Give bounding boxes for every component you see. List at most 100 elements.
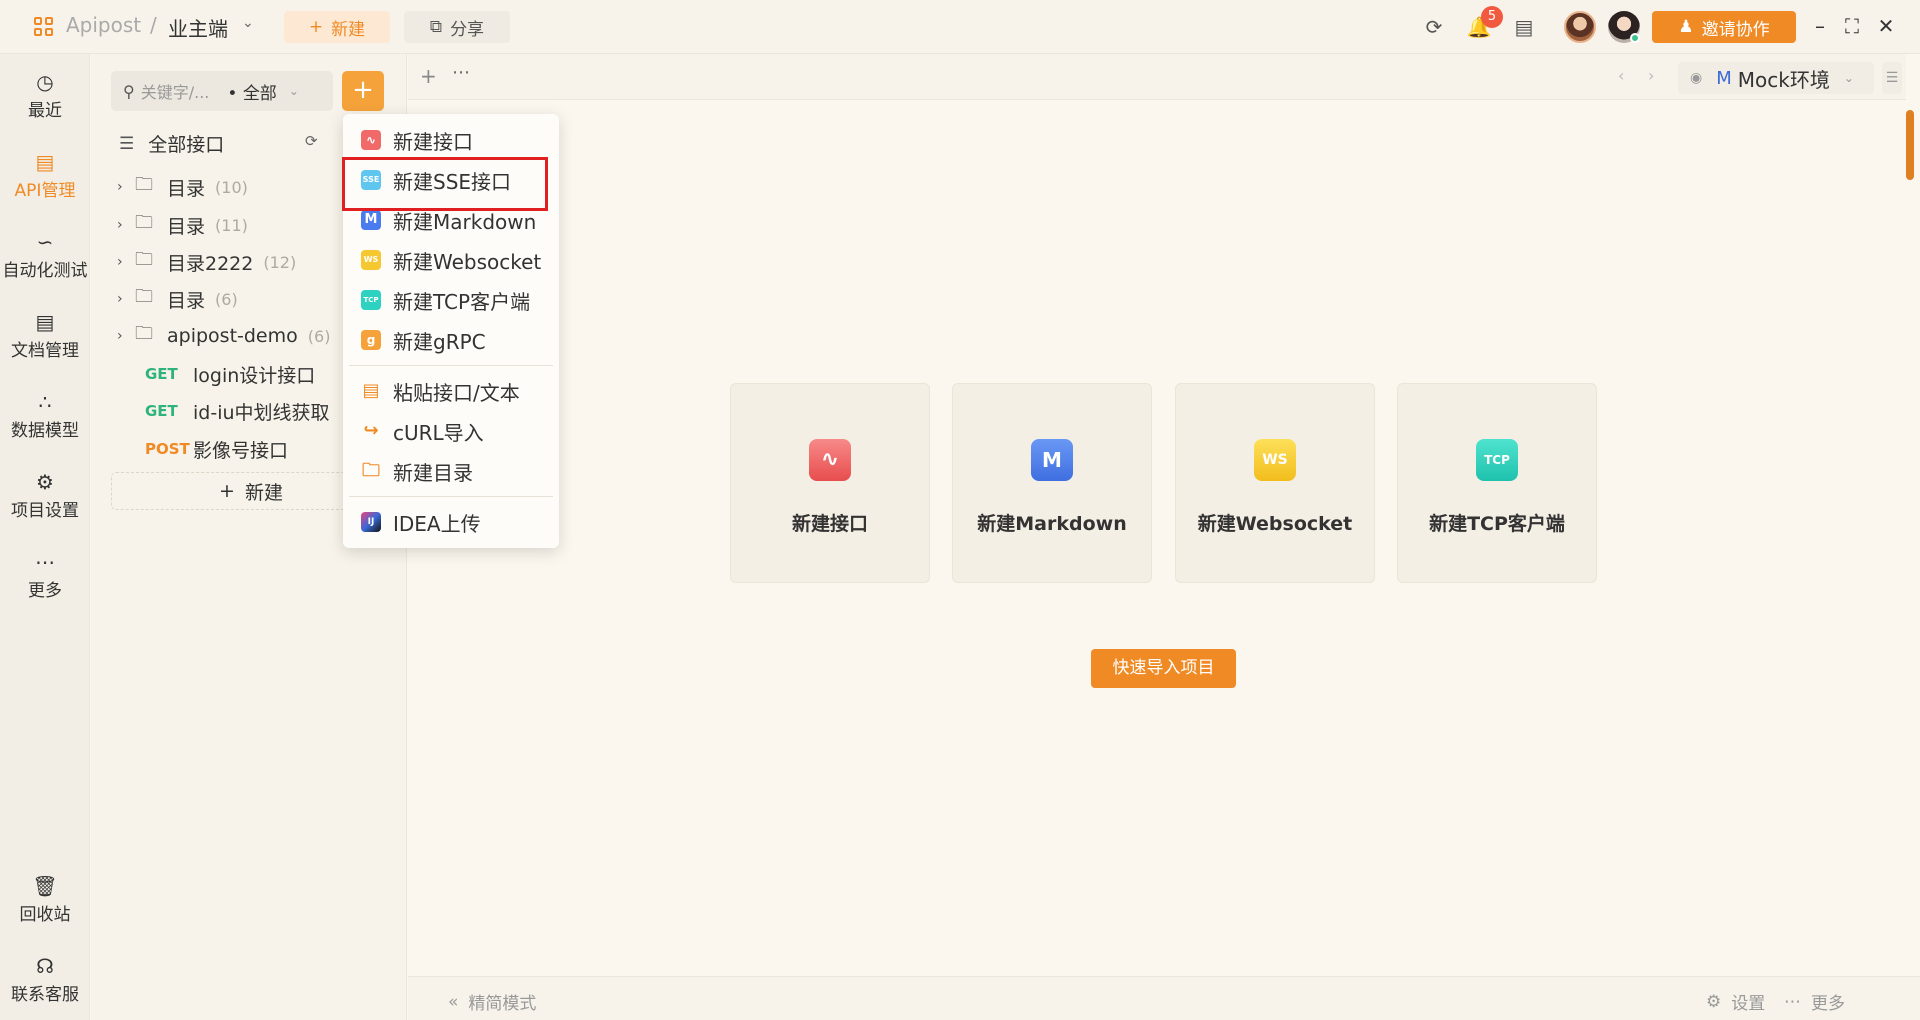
nav-item-support[interactable]: ☊ 联系客服 (0, 954, 90, 1005)
tree-api-item[interactable]: POST 影像号接口 (145, 434, 288, 464)
folder-count: (12) (263, 252, 297, 272)
menu-item-idea-upload[interactable]: IJ IDEA上传 (361, 506, 481, 538)
sync-icon[interactable]: ⟳ (1421, 14, 1447, 40)
folder-name: 目录 (167, 215, 206, 238)
menu-item-new-tcp[interactable]: TCP 新建TCP客户端 (361, 284, 530, 316)
apipost-logo-icon (34, 17, 54, 37)
environment-list-icon[interactable]: ☰ (1882, 62, 1902, 94)
more-icon: ⋯ (35, 550, 55, 574)
tree-header[interactable]: ☰ 全部接口 (119, 130, 224, 157)
simple-mode-toggle[interactable]: « 精简模式 (448, 989, 537, 1015)
environment-select[interactable]: ◉ M Mock环境 ⌄ (1678, 62, 1874, 94)
method-badge: POST (145, 440, 190, 458)
menu-item-new-websocket[interactable]: WS 新建Websocket (361, 244, 541, 276)
more-icon: ⋯ (1784, 991, 1801, 1012)
nav-item-api[interactable]: ▤ API管理 (0, 150, 90, 201)
menu-item-label: 新建接口 (393, 129, 473, 154)
menu-item-new-api[interactable]: ∿ 新建接口 (361, 124, 473, 156)
share-button[interactable]: ⧉ 分享 (404, 11, 510, 43)
search-placeholder: 关键字/... (140, 83, 210, 102)
message-icon[interactable]: ▤ (1511, 14, 1537, 40)
nav-label: 更多 (28, 581, 62, 601)
plus-icon: + (308, 17, 324, 37)
scrollbar[interactable] (1906, 110, 1914, 180)
maximize-icon[interactable]: ⛶ (1838, 12, 1866, 40)
chevron-right-icon[interactable]: › (117, 254, 135, 270)
close-icon[interactable]: ✕ (1872, 12, 1900, 40)
nav-item-automation[interactable]: ∽ 自动化测试 (0, 230, 90, 281)
project-name[interactable]: 业主端 (168, 13, 228, 42)
chevron-left-icon[interactable]: ‹ (1618, 66, 1624, 85)
chevron-right-icon[interactable]: › (117, 217, 135, 233)
card-new-api[interactable]: ∿ 新建接口 (730, 383, 930, 583)
tree-api-item[interactable]: GET login设计接口 (145, 359, 315, 389)
folder-name: 目录 (167, 177, 206, 200)
card-new-websocket[interactable]: WS 新建Websocket (1175, 383, 1375, 583)
add-button[interactable]: + (342, 71, 384, 111)
card-new-tcp[interactable]: TCP 新建TCP客户端 (1397, 383, 1597, 583)
websocket-icon: WS (1254, 439, 1296, 481)
nav-item-more[interactable]: ⋯ 更多 (0, 550, 90, 601)
tree-folder[interactable]: › 🗀 目录 (6) (117, 284, 238, 314)
tree-folder[interactable]: › 🗀 apipost-demo (6) (117, 321, 330, 351)
api-name: login设计接口 (193, 364, 316, 387)
environment-icon: ◉ (1690, 70, 1703, 86)
menu-item-paste[interactable]: ▤ 粘贴接口/文本 (361, 375, 519, 407)
tree-header-label: 全部接口 (148, 134, 225, 156)
http-icon: ∿ (809, 439, 851, 481)
tree-api-item[interactable]: GET id-iu中划线获取 (145, 396, 330, 426)
filter-select[interactable]: • 全部 (227, 79, 276, 104)
api-icon: ▤ (35, 150, 55, 174)
websocket-icon: WS (361, 250, 381, 270)
menu-item-curl-import[interactable]: ↪ cURL导入 (361, 415, 484, 447)
menu-item-label: cURL导入 (393, 420, 484, 445)
card-label: 新建TCP客户端 (1429, 513, 1565, 535)
mock-env-icon: M (1716, 67, 1732, 89)
more-button[interactable]: ⋯ 更多 (1784, 989, 1845, 1015)
refresh-icon[interactable]: ⟳ (305, 132, 318, 150)
chevron-right-icon[interactable]: › (117, 179, 135, 195)
nav-label: 数据模型 (11, 421, 79, 441)
method-badge: GET (145, 365, 178, 383)
menu-item-new-grpc[interactable]: g 新建gRPC (361, 324, 486, 356)
search-input[interactable]: ⚲ 关键字/... • 全部 ⌄ (111, 71, 333, 111)
nav-item-models[interactable]: ∴ 数据模型 (0, 390, 90, 441)
settings-button[interactable]: ⚙ 设置 (1706, 989, 1766, 1015)
settings-label: 设置 (1731, 994, 1766, 1014)
nav-item-recent[interactable]: ◷ 最近 (0, 70, 90, 121)
more-tabs-icon[interactable]: ⋯ (452, 62, 470, 83)
http-icon: ∿ (361, 130, 381, 150)
tree-folder[interactable]: › 🗀 目录 (10) (117, 172, 248, 202)
idea-icon: IJ (361, 512, 381, 532)
chevron-down-icon[interactable]: ⌄ (242, 15, 254, 31)
tree-folder[interactable]: › 🗀 目录2222 (12) (117, 247, 296, 277)
add-tab-icon[interactable]: + (420, 64, 437, 88)
top-bar: Apipost / 业主端 ⌄ + 新建 ⧉ 分享 ⟳ 🔔 5 ▤ ♟ 邀请协作… (0, 0, 1920, 54)
folder-count: (6) (307, 326, 331, 346)
quick-import-button[interactable]: 快速导入项目 (1091, 649, 1236, 688)
folder-count: (6) (215, 289, 238, 309)
markdown-icon: M (1031, 439, 1073, 481)
chevron-down-icon[interactable]: ⌄ (289, 84, 299, 98)
menu-item-new-folder[interactable]: 🗀 新建目录 (361, 455, 473, 487)
new-button[interactable]: + 新建 (284, 11, 390, 43)
card-label: 新建接口 (791, 513, 868, 535)
card-new-markdown[interactable]: M 新建Markdown (952, 383, 1152, 583)
invite-button[interactable]: ♟ 邀请协作 (1652, 11, 1796, 43)
simple-mode-label: 精简模式 (468, 994, 537, 1014)
avatar[interactable] (1564, 11, 1596, 43)
menu-item-label: IDEA上传 (393, 511, 481, 536)
minimize-icon[interactable]: – (1806, 12, 1834, 40)
new-button-label: 新建 (331, 19, 366, 40)
chevron-right-icon[interactable]: › (117, 291, 135, 307)
nav-item-trash[interactable]: 🗑 回收站 (0, 874, 90, 925)
chevron-right-icon[interactable]: › (1648, 66, 1654, 85)
chevron-right-icon[interactable]: › (117, 328, 135, 344)
bottom-bar: « 精简模式 ⚙ 设置 ⋯ 更多 (408, 976, 1920, 1020)
api-name: 影像号接口 (193, 439, 289, 462)
tree-folder[interactable]: › 🗀 目录 (11) (117, 210, 248, 240)
flow-icon: ∽ (36, 230, 54, 254)
app-name: Apipost (66, 13, 142, 37)
nav-item-docs[interactable]: ▤ 文档管理 (0, 310, 90, 361)
nav-item-settings[interactable]: ⚙ 项目设置 (0, 470, 90, 521)
